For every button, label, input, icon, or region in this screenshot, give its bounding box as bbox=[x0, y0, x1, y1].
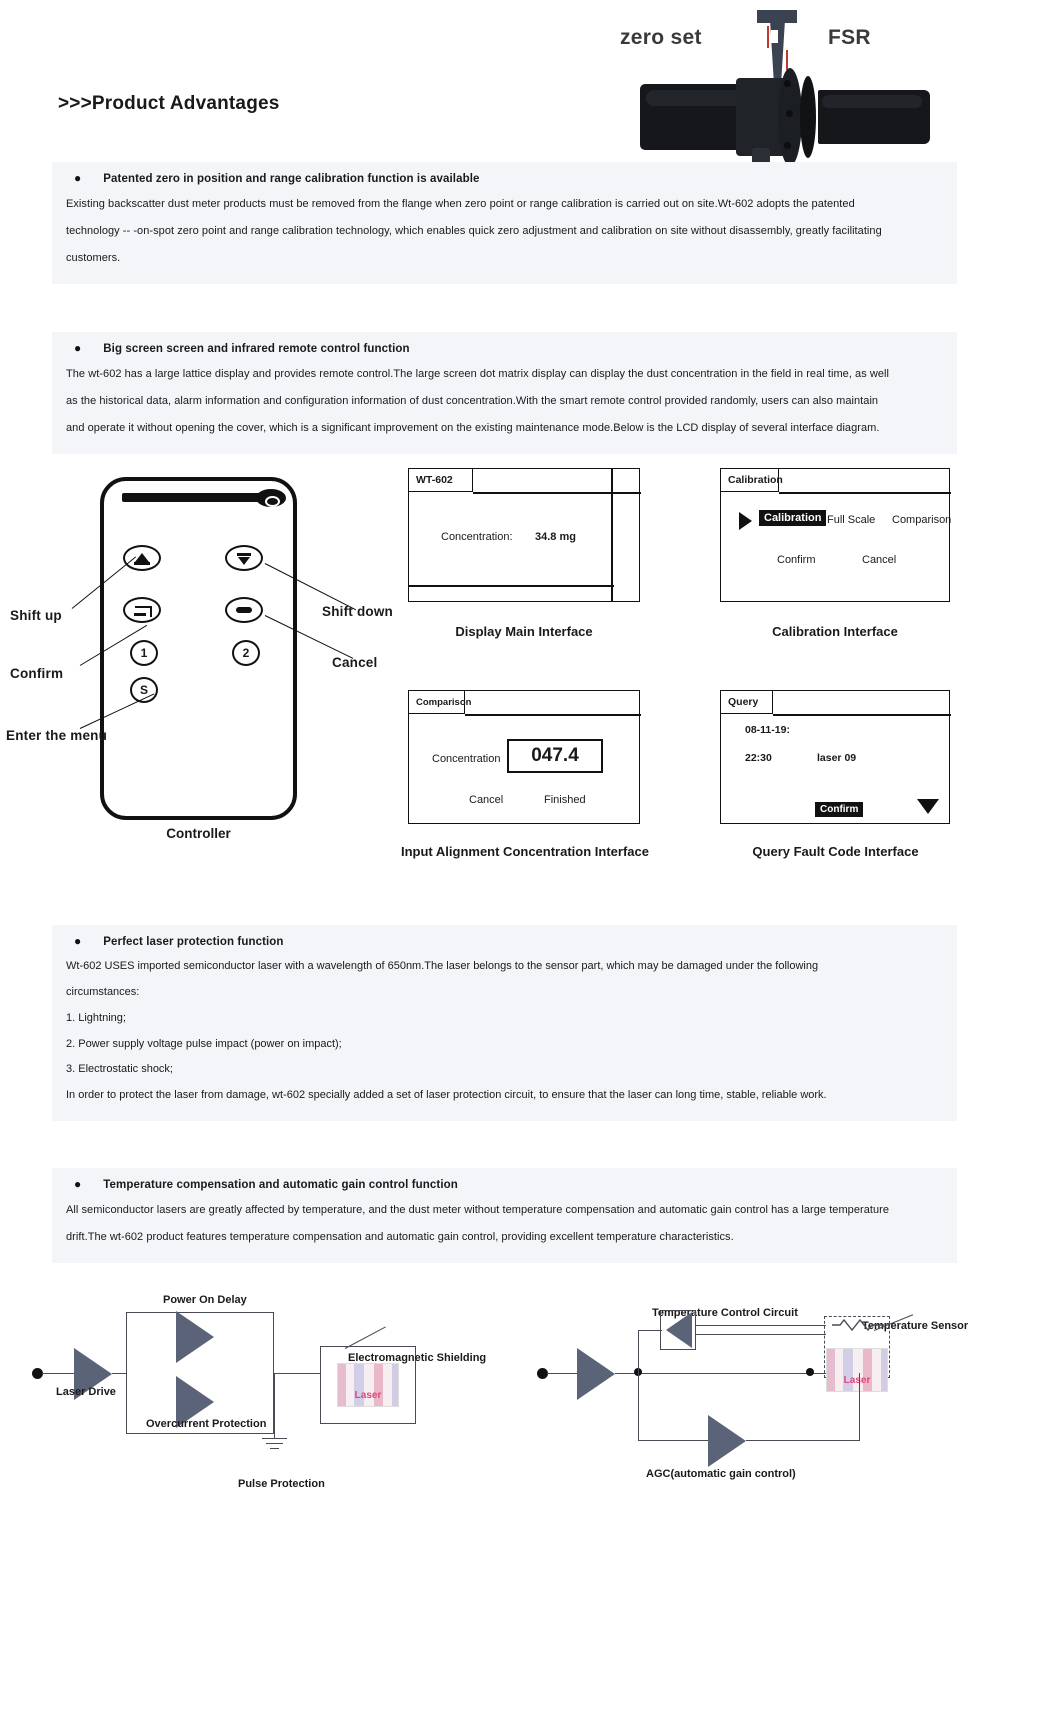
section-2-para-1: The wt-602 has a large lattice display a… bbox=[66, 368, 890, 380]
lcd-comparison-caption: Input Alignment Concentration Interface bbox=[401, 844, 649, 859]
bullet-dot-icon: ● bbox=[74, 171, 82, 185]
section-1-title: Patented zero in position and range cali… bbox=[103, 173, 480, 185]
callout-confirm: Confirm bbox=[10, 666, 64, 681]
section-4-heading: ● Temperature compensation and automatic… bbox=[66, 1178, 943, 1191]
callout-cancel: Cancel bbox=[332, 655, 378, 670]
remote-button-shift-up[interactable] bbox=[123, 545, 161, 571]
remote-button-shift-down[interactable] bbox=[225, 545, 263, 571]
lcd-calibration: Calibration Calibration Full Scale Compa… bbox=[720, 468, 951, 602]
remote-display-bar bbox=[122, 493, 271, 502]
lcd-calibration-option-full-scale[interactable]: Full Scale bbox=[827, 514, 875, 526]
section-3-para-3: In order to protect the laser from damag… bbox=[66, 1089, 827, 1102]
bullet-dot-icon: ● bbox=[74, 1177, 82, 1191]
label-laser-drive: Laser Drive bbox=[56, 1386, 116, 1398]
remote-button-cancel[interactable] bbox=[225, 597, 263, 623]
lcd-query-tab: Query bbox=[721, 691, 773, 714]
lcd-comparison-tab: Comparison bbox=[409, 691, 471, 714]
section-2-para-2: as the historical data, alarm informatio… bbox=[66, 394, 879, 407]
dust-meter-device bbox=[640, 66, 930, 176]
lcd-comparison-value[interactable]: 047.4 bbox=[507, 739, 603, 773]
product-advantages-page: zero set FSR >>>Product Advantages ● Pat… bbox=[0, 0, 1060, 1715]
lcd-calibration-cancel[interactable]: Cancel bbox=[862, 554, 896, 566]
lcd-query-confirm[interactable]: Confirm bbox=[815, 802, 864, 817]
fsr-label: FSR bbox=[828, 26, 871, 49]
lcd-query-code: laser 09 bbox=[817, 752, 857, 764]
section-temperature-compensation: ● Temperature compensation and automatic… bbox=[52, 1168, 957, 1263]
lcd-query: Query 08-11-19: 22:30 laser 09 Confirm bbox=[720, 690, 951, 824]
laser-chip-right: Laser bbox=[826, 1348, 888, 1392]
section-1-heading: ● Patented zero in position and range ca… bbox=[66, 172, 943, 185]
bullet-dot-icon: ● bbox=[74, 341, 82, 355]
section-2-para-3: and operate it without opening the cover… bbox=[66, 421, 880, 434]
section-1-para-2: technology -- -on-spot zero point and ra… bbox=[66, 224, 882, 237]
lcd-query-caption: Query Fault Code Interface bbox=[752, 844, 919, 859]
callout-shift-up: Shift up bbox=[10, 608, 62, 623]
lcd-calibration-option-comparison[interactable]: Comparison bbox=[892, 514, 951, 526]
scroll-down-icon[interactable] bbox=[917, 799, 939, 814]
amp-power-on-delay bbox=[176, 1311, 214, 1363]
controller-caption: Controller bbox=[166, 826, 231, 841]
lcd-main-value: 34.8 mg bbox=[535, 531, 576, 543]
remote-button-one[interactable]: 1 bbox=[130, 640, 158, 666]
section-3-heading: ● Perfect laser protection function bbox=[66, 935, 943, 948]
lcd-comparison-cancel[interactable]: Cancel bbox=[469, 794, 503, 806]
section-3-item-2: 2. Power supply voltage pulse impact (po… bbox=[66, 1037, 342, 1050]
lcd-comparison: Comparison Concentration 047.4 Cancel Fi… bbox=[408, 690, 641, 824]
section-1-para-1: Existing backscatter dust meter products… bbox=[66, 198, 855, 210]
lcd-calibration-caption: Calibration Interface bbox=[772, 624, 898, 639]
remote-button-two[interactable]: 2 bbox=[232, 640, 260, 666]
page-title: >>>Product Advantages bbox=[58, 93, 280, 114]
lcd-comparison-label: Concentration bbox=[432, 753, 501, 765]
section-1-para-3: customers. bbox=[66, 251, 121, 264]
section-2-heading: ● Big screen screen and infrared remote … bbox=[66, 342, 943, 355]
lcd-calibration-tab: Calibration bbox=[721, 469, 783, 492]
callout-enter-menu: Enter the menu bbox=[6, 728, 108, 743]
lcd-calibration-option-calibration[interactable]: Calibration bbox=[759, 510, 827, 526]
laser-chip-label: Laser bbox=[354, 1390, 382, 1401]
ir-emitter-icon bbox=[256, 489, 286, 507]
amp-temp-control bbox=[666, 1312, 692, 1348]
label-electromagnetic-shielding: Electromagnetic Shielding bbox=[348, 1352, 487, 1364]
label-power-on-delay: Power On Delay bbox=[163, 1294, 247, 1306]
label-overcurrent-protection: Overcurrent Protection bbox=[146, 1418, 267, 1430]
label-pulse-protection: Pulse Protection bbox=[238, 1478, 325, 1490]
lcd-display-main: WT-602 Concentration: 34.8 mg bbox=[408, 468, 641, 602]
section-patented-calibration: ● Patented zero in position and range ca… bbox=[52, 162, 957, 284]
lcd-main-tab: WT-602 bbox=[409, 469, 473, 492]
section-4-para-1: All semiconductor lasers are greatly aff… bbox=[66, 1204, 890, 1216]
section-3-title: Perfect laser protection function bbox=[103, 936, 284, 948]
section-3-item-1: 1. Lightning; bbox=[66, 1011, 126, 1024]
section-4-title: Temperature compensation and automatic g… bbox=[103, 1179, 458, 1191]
amp-agc bbox=[708, 1415, 746, 1467]
junction-node-2 bbox=[806, 1368, 814, 1376]
callout-shift-down: Shift down bbox=[322, 604, 393, 619]
laser-chip-left: Laser bbox=[337, 1363, 399, 1407]
lcd-query-date: 08-11-19: bbox=[745, 724, 790, 736]
amp-drive-right bbox=[577, 1348, 615, 1400]
section-2-title: Big screen screen and infrared remote co… bbox=[103, 343, 410, 355]
remote-button-confirm[interactable] bbox=[123, 597, 161, 623]
section-4-para-2: drift.The wt-602 product features temper… bbox=[66, 1230, 734, 1243]
zero-set-label: zero set bbox=[620, 26, 702, 49]
bullet-dot-icon: ● bbox=[74, 934, 82, 948]
product-photo: zero set FSR bbox=[620, 4, 940, 176]
dash-icon bbox=[236, 607, 252, 613]
laser-chip-label-right: Laser bbox=[843, 1375, 871, 1386]
lcd-main-caption: Display Main Interface bbox=[455, 624, 593, 639]
section-laser-protection: ● Perfect laser protection function Wt-6… bbox=[52, 925, 957, 1122]
lcd-main-label: Concentration: bbox=[441, 531, 513, 543]
selection-arrow-icon bbox=[739, 512, 752, 530]
section-3-para-2: circumstances: bbox=[66, 985, 140, 998]
section-3-para-1: Wt-602 USES imported semiconductor laser… bbox=[66, 960, 819, 972]
lcd-calibration-confirm[interactable]: Confirm bbox=[777, 554, 816, 566]
section-big-screen: ● Big screen screen and infrared remote … bbox=[52, 332, 957, 454]
label-agc: AGC(automatic gain control) bbox=[646, 1468, 796, 1480]
section-3-item-3: 3. Electrostatic shock; bbox=[66, 1063, 173, 1076]
lcd-comparison-finished[interactable]: Finished bbox=[544, 794, 586, 806]
lcd-query-time: 22:30 bbox=[745, 752, 772, 764]
